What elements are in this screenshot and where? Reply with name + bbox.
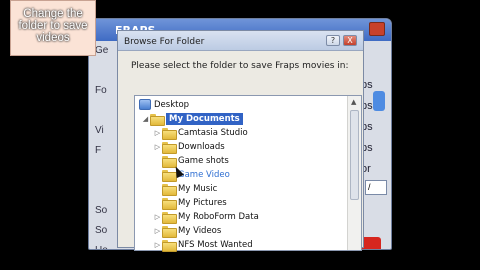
scroll-thumb[interactable] — [350, 110, 359, 200]
fraps-red-button[interactable] — [361, 237, 381, 249]
dialog-title: Browse For Folder — [124, 37, 205, 47]
expand-icon[interactable]: ▷ — [153, 213, 162, 221]
tree-item-label: Downloads — [178, 141, 225, 152]
close-button[interactable]: X — [343, 35, 357, 46]
tree-item-label: Game Video — [178, 169, 230, 180]
tree-item-label: My Videos — [178, 225, 222, 236]
fraps-label: Fo — [95, 85, 107, 96]
expand-icon[interactable]: ▷ — [153, 241, 162, 249]
tree-item-label: Game shots — [178, 155, 229, 166]
tutorial-note: Change the folder to save videos — [10, 0, 96, 56]
tree-item-label: Desktop — [154, 99, 190, 110]
tree-item-my-music[interactable]: My Music — [153, 182, 218, 196]
tree-item-label: Camtasia Studio — [178, 127, 248, 138]
tree-item-my-pictures[interactable]: My Pictures — [153, 196, 227, 210]
tree-item-my-documents[interactable]: ◢ My Documents — [141, 112, 243, 126]
folder-icon — [162, 183, 177, 196]
tree-scrollbar[interactable]: ▲ — [347, 96, 361, 250]
folder-icon — [162, 155, 177, 168]
fraps-label: Ho — [93, 245, 113, 249]
fraps-close-button[interactable] — [369, 22, 385, 36]
tree-item-my-videos[interactable]: ▷ My Videos — [153, 224, 222, 238]
folder-icon — [162, 211, 177, 224]
fraps-left-labels: Ge Fo Vi F So So Ho — [93, 45, 113, 249]
tree-item-label: NFS Most Wanted — [178, 239, 253, 250]
folder-icon — [150, 113, 165, 126]
fraps-label: Vi — [95, 125, 104, 136]
tree-item-label: My Music — [178, 183, 218, 194]
note-line: videos — [36, 32, 70, 44]
expand-icon[interactable]: ▷ — [153, 143, 162, 151]
fraps-label: F — [95, 145, 102, 156]
fraps-field[interactable]: / — [365, 180, 387, 195]
fraps-label: So — [95, 205, 108, 216]
tree-item-label: My Documents — [166, 112, 243, 125]
folder-icon — [162, 225, 177, 238]
folder-icon — [162, 127, 177, 140]
fraps-label — [93, 185, 113, 205]
help-button[interactable]: ? — [326, 35, 340, 46]
fraps-label: Ge — [95, 45, 109, 56]
folder-icon — [162, 239, 177, 252]
scroll-up-icon[interactable]: ▲ — [351, 98, 356, 106]
collapse-icon[interactable]: ◢ — [141, 115, 150, 123]
browse-for-folder-dialog: Browse For Folder ? X Please select the … — [117, 30, 364, 252]
note-line: Change the — [23, 8, 83, 20]
fraps-fps-label: ps — [361, 142, 373, 154]
desktop-icon — [139, 99, 151, 110]
tree-item-my-roboform-data[interactable]: ▷ My RoboForm Data — [153, 210, 259, 224]
tree-item-nfs-most-wanted[interactable]: ▷ NFS Most Wanted — [153, 238, 253, 252]
fraps-right-labels: ps ps ps ps or — [361, 79, 387, 184]
tree-item-desktop[interactable]: Desktop — [139, 98, 189, 111]
dialog-prompt: Please select the folder to save Fraps m… — [131, 61, 349, 71]
folder-icon — [162, 197, 177, 210]
fraps-fps-label: ps — [361, 79, 373, 91]
tree-item-game-video[interactable]: Game Video — [153, 168, 230, 182]
fraps-fps-label: ps — [361, 100, 373, 112]
fraps-label — [93, 65, 113, 85]
fraps-fps-label: ps — [361, 121, 373, 133]
fraps-label: So — [95, 225, 108, 236]
tree-item-camtasia[interactable]: ▷ Camtasia Studio — [153, 126, 248, 140]
folder-icon — [162, 141, 177, 154]
tree-item-game-shots[interactable]: Game shots — [153, 154, 229, 168]
tree-item-label: My Pictures — [178, 197, 227, 208]
dialog-title-bar: Browse For Folder ? X — [118, 31, 363, 51]
note-line: folder to save — [18, 20, 88, 32]
tree-item-label: My RoboForm Data — [178, 211, 259, 222]
expand-icon[interactable]: ▷ — [153, 227, 162, 235]
fraps-label — [93, 165, 113, 185]
fraps-label — [93, 105, 113, 125]
tree-item-downloads[interactable]: ▷ Downloads — [153, 140, 225, 154]
expand-icon[interactable]: ▷ — [153, 129, 162, 137]
folder-tree[interactable]: Desktop ◢ My Documents ▷ Camtasia Studio… — [134, 95, 362, 252]
